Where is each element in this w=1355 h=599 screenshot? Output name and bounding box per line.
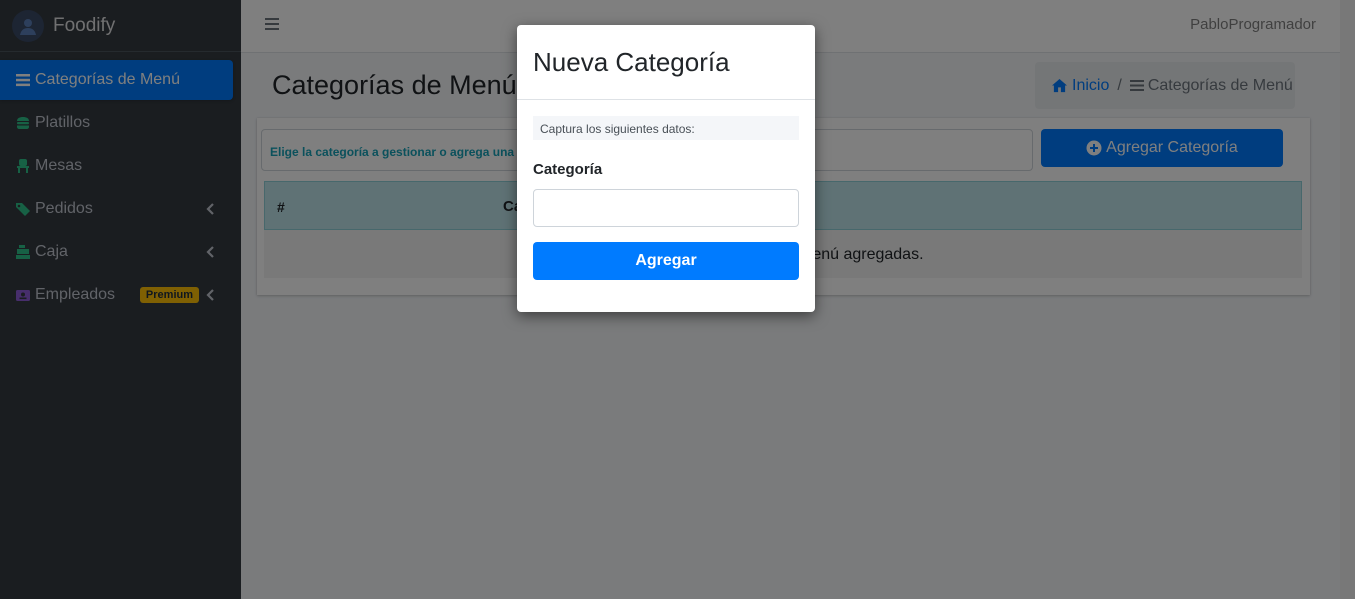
category-field-label: Categoría [533, 161, 603, 178]
modal-hint: Captura los siguientes datos: [533, 116, 799, 140]
modal-title: Nueva Categoría [533, 47, 730, 77]
modal-body: Captura los siguientes datos: Categoría … [517, 100, 815, 296]
new-category-modal: Nueva Categoría Captura los siguientes d… [517, 25, 815, 312]
category-input[interactable] [533, 189, 799, 227]
submit-button[interactable]: Agregar [533, 242, 799, 280]
modal-header: Nueva Categoría [517, 25, 815, 100]
